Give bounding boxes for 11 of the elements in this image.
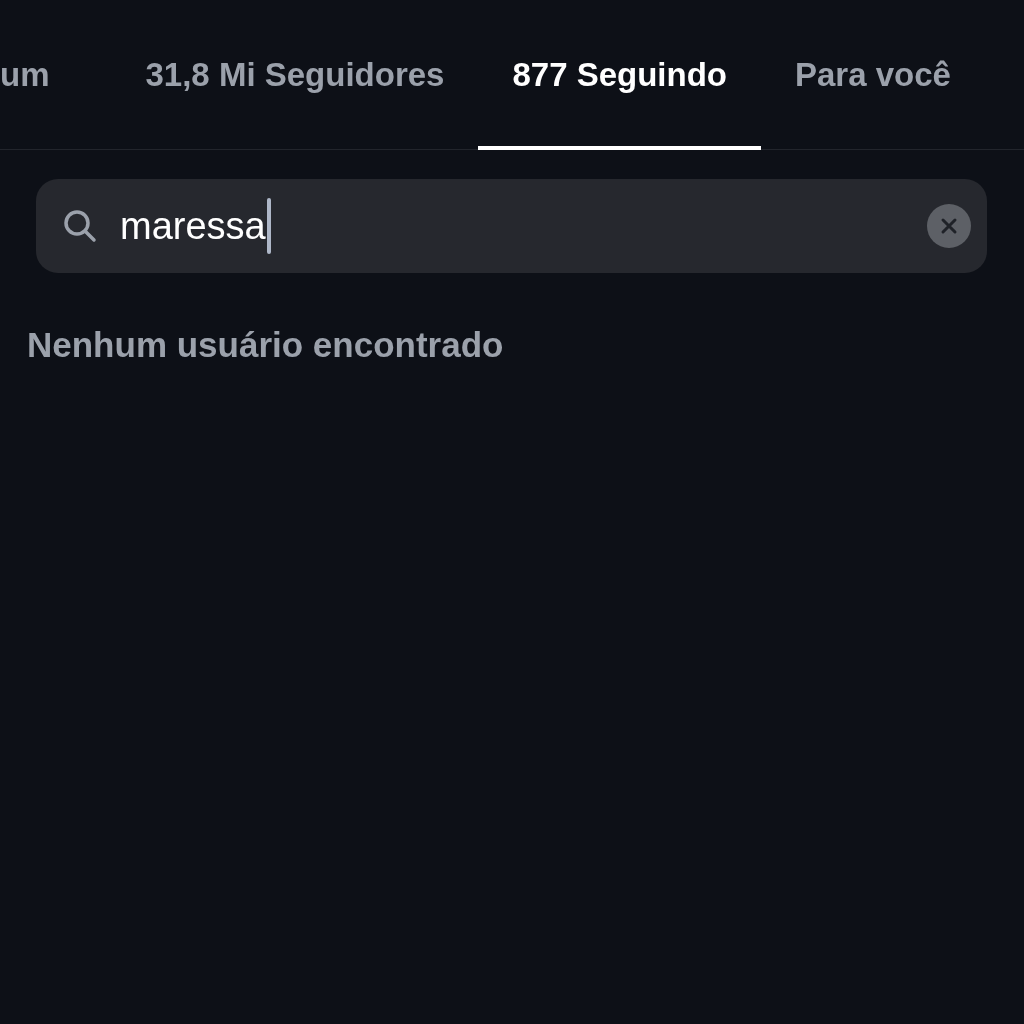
empty-message: Nenhum usuário encontrado	[26, 324, 505, 365]
clear-button[interactable]	[927, 204, 971, 248]
close-icon	[940, 217, 958, 235]
search-field[interactable]: maressa	[36, 179, 987, 273]
search-icon	[62, 208, 98, 244]
search-text: maressa	[120, 204, 266, 248]
tab[interactable]: um	[0, 4, 112, 150]
tab[interactable]: 877 Seguindo	[478, 4, 761, 150]
tab[interactable]: 31,8 Mi Seguidores	[111, 4, 479, 150]
tab[interactable]: Para você	[761, 4, 985, 150]
text-cursor	[266, 198, 271, 254]
